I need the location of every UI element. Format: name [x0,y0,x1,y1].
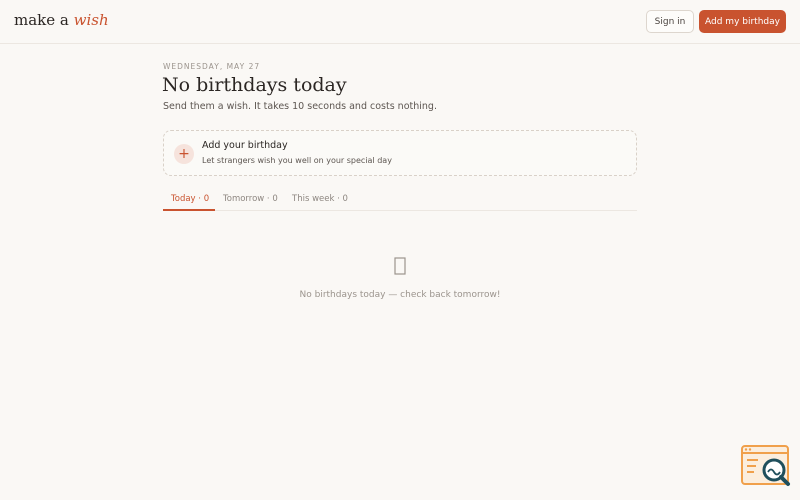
empty-state-text: No birthdays today — check back tomorrow… [299,290,501,300]
add-my-birthday-button[interactable]: Add my birthday [699,10,786,33]
tab-today[interactable]: Today · 0 [163,189,215,211]
card-title: Add your birthday [202,140,288,151]
tab-tomorrow[interactable]: Tomorrow · 0 [223,189,278,211]
top-bar: make a wish Sign in Add my birthday [0,0,800,44]
logo-main: make a [14,11,69,29]
tabs: Today · 0 Tomorrow · 0 This week · 0 [163,189,637,211]
page-title: No birthdays today [162,74,347,96]
gift-icon [390,254,410,278]
logo-accent: wish [73,11,109,29]
search-window-icon[interactable] [740,444,792,488]
page-subtitle: Send them a wish. It takes 10 seconds an… [163,101,437,112]
date-label: WEDNESDAY, MAY 27 [163,62,261,71]
tab-this-week[interactable]: This week · 0 [292,189,348,211]
card-subtitle: Let strangers wish you well on your spec… [202,156,392,165]
sign-in-button[interactable]: Sign in [646,10,694,33]
add-birthday-card[interactable]: + Add your birthday Let strangers wish y… [163,130,637,176]
plus-icon: + [174,144,194,164]
logo[interactable]: make a wish [14,11,109,29]
